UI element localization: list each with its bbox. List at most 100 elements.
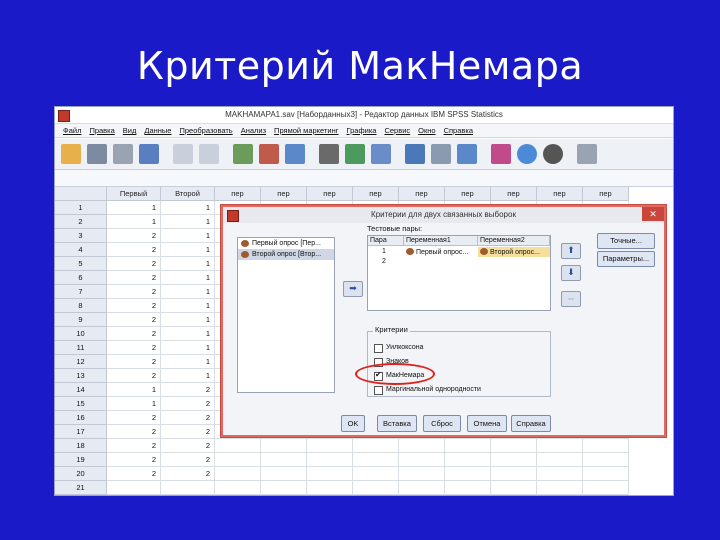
grid-cell[interactable] [583, 453, 629, 467]
row-number[interactable]: 12 [55, 355, 107, 369]
grid-cell[interactable] [215, 439, 261, 453]
column-header[interactable]: пер [353, 187, 399, 201]
grid-cell[interactable]: 2 [107, 411, 161, 425]
row-number[interactable]: 5 [55, 257, 107, 271]
value-labels-icon[interactable] [491, 144, 511, 164]
grid-cell[interactable]: 2 [161, 453, 215, 467]
column-header[interactable]: пер [445, 187, 491, 201]
variable-item[interactable]: Второй опрос [Втор... [238, 249, 334, 260]
menu-file[interactable]: Файл [59, 124, 85, 137]
grid-cell[interactable] [215, 453, 261, 467]
row-number[interactable]: 16 [55, 411, 107, 425]
grid-cell[interactable]: 2 [107, 355, 161, 369]
variable-item[interactable]: Первый опрос [Пер... [238, 238, 334, 249]
grid-cell[interactable]: 2 [107, 327, 161, 341]
row-number[interactable]: 15 [55, 397, 107, 411]
grid-cell[interactable]: 2 [107, 313, 161, 327]
menu-edit[interactable]: Правка [85, 124, 118, 137]
undo-icon[interactable] [173, 144, 193, 164]
grid-cell[interactable]: 1 [161, 327, 215, 341]
grid-cell[interactable] [307, 453, 353, 467]
menu-window[interactable]: Окно [414, 124, 439, 137]
row-number[interactable]: 6 [55, 271, 107, 285]
row-number[interactable]: 19 [55, 453, 107, 467]
menu-direct-marketing[interactable]: Прямой маркетинг [270, 124, 342, 137]
grid-cell[interactable]: 2 [107, 425, 161, 439]
row-number[interactable]: 1 [55, 201, 107, 215]
grid-cell[interactable] [107, 481, 161, 495]
grid-cell[interactable] [399, 439, 445, 453]
row-number[interactable]: 8 [55, 299, 107, 313]
goto-variable-icon[interactable] [259, 144, 279, 164]
grid-cell[interactable]: 1 [161, 355, 215, 369]
variable-list[interactable]: Первый опрос [Пер... Второй опрос [Втор.… [237, 237, 335, 393]
row-number[interactable]: 13 [55, 369, 107, 383]
grid-cell[interactable] [445, 453, 491, 467]
grid-cell[interactable]: 2 [107, 467, 161, 481]
ok-button[interactable]: OK [341, 415, 365, 432]
menu-analyze[interactable]: Анализ [237, 124, 270, 137]
menu-view[interactable]: Вид [119, 124, 141, 137]
grid-cell[interactable] [399, 481, 445, 495]
grid-cell[interactable]: 1 [161, 285, 215, 299]
grid-cell[interactable] [261, 467, 307, 481]
column-header[interactable]: пер [583, 187, 629, 201]
grid-cell[interactable]: 2 [107, 341, 161, 355]
grid-cell[interactable]: 2 [161, 383, 215, 397]
row-number[interactable]: 14 [55, 383, 107, 397]
grid-cell[interactable] [445, 439, 491, 453]
grid-cell[interactable]: 2 [107, 439, 161, 453]
grid-cell[interactable]: 2 [107, 229, 161, 243]
grid-cell[interactable]: 1 [107, 215, 161, 229]
grid-cell[interactable] [583, 439, 629, 453]
grid-cell[interactable] [537, 481, 583, 495]
grid-cell[interactable]: 2 [107, 369, 161, 383]
help-button[interactable]: Справка [511, 415, 551, 432]
save-icon[interactable] [87, 144, 107, 164]
move-down-arrow-icon[interactable]: ⬇ [561, 265, 581, 281]
grid-cell[interactable] [399, 467, 445, 481]
menu-data[interactable]: Данные [140, 124, 175, 137]
grid-cell[interactable] [353, 453, 399, 467]
checkbox[interactable] [374, 344, 383, 353]
cancel-button[interactable]: Отмена [467, 415, 507, 432]
grid-cell[interactable] [399, 453, 445, 467]
menu-transform[interactable]: Преобразовать [175, 124, 236, 137]
cell-editor-bar[interactable] [55, 170, 673, 187]
grid-cell[interactable] [353, 481, 399, 495]
variables-icon[interactable] [285, 144, 305, 164]
grid-cell[interactable]: 1 [161, 257, 215, 271]
grid-cell[interactable]: 1 [107, 397, 161, 411]
grid-cell[interactable]: 2 [161, 425, 215, 439]
grid-cell[interactable]: 2 [107, 243, 161, 257]
swap-arrow-icon[interactable]: ⇔ [561, 291, 581, 307]
grid-cell[interactable]: 1 [161, 243, 215, 257]
move-up-arrow-icon[interactable]: ⬆ [561, 243, 581, 259]
column-header[interactable]: Второй [161, 187, 215, 201]
column-header[interactable]: пер [491, 187, 537, 201]
test-pairs-table[interactable]: Пара Переменная1 Переменная2 1 Первый оп… [367, 235, 551, 311]
exact-button[interactable]: Точные... [597, 233, 655, 249]
row-number[interactable]: 11 [55, 341, 107, 355]
goto-case-icon[interactable] [233, 144, 253, 164]
grid-cell[interactable]: 2 [161, 467, 215, 481]
row-number[interactable]: 10 [55, 327, 107, 341]
print-icon[interactable] [113, 144, 133, 164]
pair-var2[interactable]: Второй опрос... [478, 247, 550, 257]
grid-cell[interactable] [445, 481, 491, 495]
grid-cell[interactable] [261, 481, 307, 495]
grid-cell[interactable]: 2 [107, 285, 161, 299]
grid-cell[interactable]: 2 [161, 439, 215, 453]
grid-cell[interactable] [445, 467, 491, 481]
grid-cell[interactable]: 2 [161, 411, 215, 425]
grid-cell[interactable] [261, 453, 307, 467]
grid-cell[interactable] [537, 439, 583, 453]
options-button[interactable]: Параметры... [597, 251, 655, 267]
column-header[interactable]: пер [307, 187, 353, 201]
menu-help[interactable]: Справка [440, 124, 477, 137]
grid-cell[interactable] [215, 467, 261, 481]
insert-variable-icon[interactable] [371, 144, 391, 164]
select-cases-icon[interactable] [457, 144, 477, 164]
row-number[interactable]: 7 [55, 285, 107, 299]
grid-cell[interactable] [583, 481, 629, 495]
